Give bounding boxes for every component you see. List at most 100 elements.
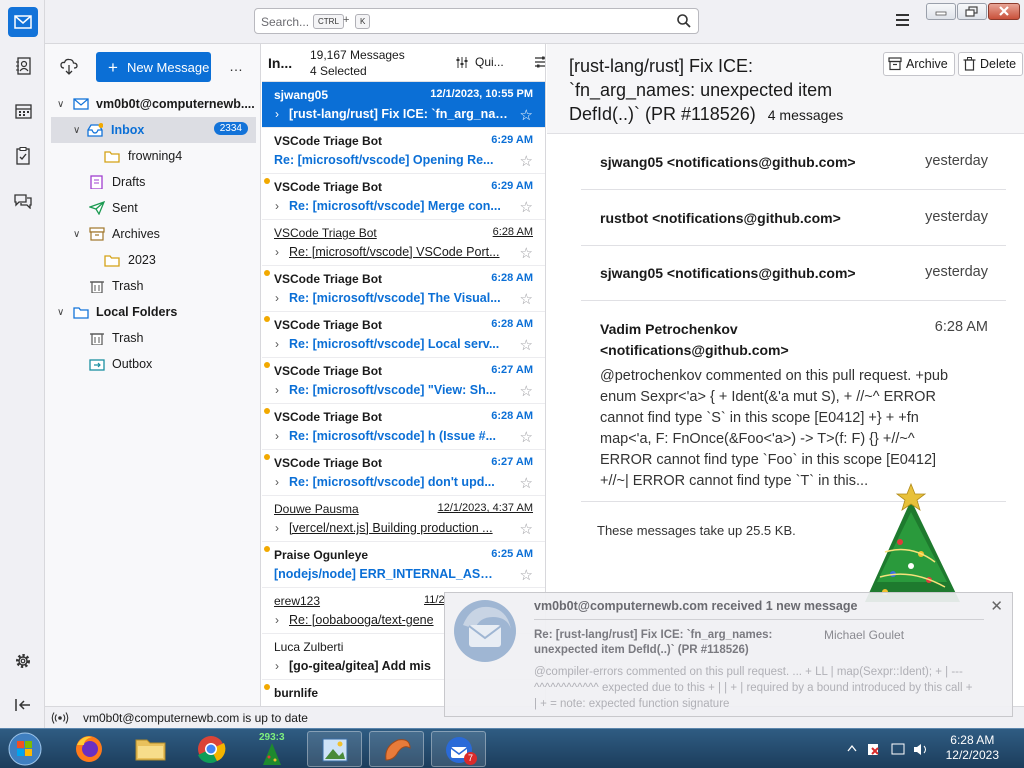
- taskbar-chrome[interactable]: [184, 731, 239, 767]
- local-folders-row[interactable]: ∨ Local Folders: [45, 299, 261, 325]
- folder-inbox[interactable]: ∨ Inbox 2334: [51, 117, 256, 143]
- message-row[interactable]: VSCode Triage Bot 6:28 AM › Re: [microso…: [262, 312, 545, 358]
- folder-trash[interactable]: Trash: [45, 273, 261, 299]
- account-row[interactable]: ∨ vm0b0t@computernewb....: [45, 91, 261, 117]
- message-row[interactable]: VSCode Triage Bot 6:28 AM › Re: [microso…: [262, 266, 545, 312]
- taskbar-app[interactable]: [369, 731, 424, 767]
- folder-2023[interactable]: 2023: [45, 247, 261, 273]
- close-icon[interactable]: ✕: [990, 597, 1003, 615]
- collapse-chevron-icon[interactable]: ∨: [57, 307, 67, 318]
- star-icon[interactable]: ☆: [520, 336, 533, 354]
- message-row[interactable]: VSCode Triage Bot 6:29 AM Re: [microsoft…: [262, 128, 545, 174]
- display-options-icon[interactable]: [534, 55, 546, 69]
- unread-badge: 7: [464, 752, 477, 765]
- message-sender: erew123: [274, 594, 321, 608]
- message-body-preview: @petrochenkov commented on this pull req…: [600, 368, 949, 489]
- folder-local-trash[interactable]: Trash: [45, 325, 261, 351]
- thread-chevron-icon[interactable]: ›: [275, 521, 279, 535]
- folder-pane-more-button[interactable]: …: [229, 58, 244, 74]
- thread-chevron-icon[interactable]: ›: [275, 659, 279, 673]
- conversation-message[interactable]: sjwang05 <notifications@github.com> yest…: [581, 134, 1006, 190]
- star-icon[interactable]: ☆: [520, 244, 533, 262]
- thread-chevron-icon[interactable]: ›: [275, 613, 279, 627]
- message-row[interactable]: Douwe Pausma 12/1/2023, 4:37 AM › [verce…: [262, 496, 545, 542]
- archive-button[interactable]: Archive: [883, 52, 955, 76]
- message-row[interactable]: VSCode Triage Bot 6:27 AM › Re: [microso…: [262, 450, 545, 496]
- new-mail-notification[interactable]: vm0b0t@computernewb.com received 1 new m…: [444, 592, 1013, 717]
- star-icon[interactable]: ☆: [520, 474, 533, 492]
- calendar-button[interactable]: [8, 96, 38, 126]
- folder-label: Trash: [112, 331, 144, 345]
- taskbar-tree-app[interactable]: 293:3: [245, 731, 300, 767]
- thread-chevron-icon[interactable]: ›: [275, 383, 279, 397]
- star-icon[interactable]: ☆: [520, 106, 533, 124]
- folder-outbox[interactable]: Outbox: [45, 351, 261, 377]
- restore-button[interactable]: [957, 3, 987, 20]
- conversation-message-expanded[interactable]: Vadim Petrochenkov <notifications@github…: [581, 301, 1006, 502]
- thread-chevron-icon[interactable]: ›: [275, 245, 279, 259]
- settings-button[interactable]: [8, 646, 38, 676]
- close-button[interactable]: [988, 3, 1020, 20]
- system-tray[interactable]: [846, 741, 936, 757]
- taskbar-firefox[interactable]: [62, 731, 117, 767]
- quick-filter-button[interactable]: Qui...: [475, 55, 504, 69]
- message-row[interactable]: VSCode Triage Bot 6:28 AM › Re: [microso…: [262, 404, 545, 450]
- star-icon[interactable]: ☆: [520, 152, 533, 170]
- thread-chevron-icon[interactable]: ›: [275, 199, 279, 213]
- star-icon[interactable]: ☆: [520, 520, 533, 538]
- start-button[interactable]: [4, 731, 46, 767]
- message-row[interactable]: VSCode Triage Bot 6:28 AM › Re: [microso…: [262, 220, 545, 266]
- chat-button[interactable]: [8, 186, 38, 216]
- collapse-chevron-icon[interactable]: ∨: [57, 99, 67, 110]
- message-row[interactable]: Praise Ogunleye 6:25 AM [nodejs/node] ER…: [262, 542, 545, 588]
- collapse-spaces-button[interactable]: [8, 690, 38, 720]
- message-row[interactable]: VSCode Triage Bot 6:27 AM › Re: [microso…: [262, 358, 545, 404]
- collapse-chevron-icon[interactable]: ∨: [73, 125, 83, 136]
- clock[interactable]: 6:28 AM 12/2/2023: [946, 733, 999, 763]
- message-row[interactable]: VSCode Triage Bot 6:29 AM › Re: [microso…: [262, 174, 545, 220]
- thread-chevron-icon[interactable]: ›: [275, 337, 279, 351]
- folder-drafts[interactable]: Drafts: [45, 169, 261, 195]
- star-icon[interactable]: ☆: [520, 290, 533, 308]
- thread-chevron-icon[interactable]: ›: [275, 107, 279, 121]
- star-icon[interactable]: ☆: [520, 428, 533, 446]
- message-count: 4 messages: [767, 107, 844, 123]
- collapse-chevron-icon[interactable]: ∨: [73, 229, 83, 240]
- star-icon[interactable]: ☆: [520, 566, 533, 584]
- conversation-message[interactable]: sjwang05 <notifications@github.com> yest…: [581, 246, 1006, 301]
- search-bar[interactable]: Search... CTRL + K: [254, 8, 699, 34]
- minimize-button[interactable]: [926, 3, 956, 20]
- folder-label: frowning4: [128, 149, 183, 163]
- mail-space-button[interactable]: [8, 7, 38, 37]
- unread-dot: [264, 316, 270, 322]
- chat-icon: [14, 194, 32, 209]
- new-message-button[interactable]: + New Message: [96, 52, 211, 82]
- search-placeholder[interactable]: Search...: [261, 15, 309, 29]
- message-sender: VSCode Triage Bot: [274, 364, 383, 378]
- tree-counter: 293:3: [259, 732, 285, 743]
- get-messages-icon[interactable]: [60, 58, 78, 76]
- clock-time: 6:28 AM: [950, 733, 995, 747]
- folder-archives[interactable]: ∨ Archives: [45, 221, 261, 247]
- delete-button[interactable]: Delete: [958, 52, 1024, 76]
- drafts-icon: [90, 175, 103, 189]
- taskbar-thunderbird[interactable]: 7: [431, 731, 486, 767]
- address-book-button[interactable]: [8, 51, 38, 81]
- message-row-selected[interactable]: sjwang05 12/1/2023, 10:55 PM › [rust-lan…: [262, 82, 545, 128]
- search-icon[interactable]: [676, 13, 692, 29]
- folder-sent[interactable]: Sent: [45, 195, 261, 221]
- star-icon[interactable]: ☆: [520, 382, 533, 400]
- star-icon[interactable]: ☆: [520, 198, 533, 216]
- taskbar-paint[interactable]: [307, 731, 362, 767]
- thread-chevron-icon[interactable]: ›: [275, 429, 279, 443]
- account-mail-icon: [73, 98, 89, 110]
- activity-icon[interactable]: [51, 711, 69, 725]
- tasks-button[interactable]: [8, 141, 38, 171]
- thread-chevron-icon[interactable]: ›: [275, 475, 279, 489]
- conversation-message[interactable]: rustbot <notifications@github.com> yeste…: [581, 190, 1006, 246]
- app-menu-icon[interactable]: [896, 14, 909, 26]
- folder-frowning4[interactable]: frowning4: [45, 143, 261, 169]
- quick-filter-icon[interactable]: [455, 56, 469, 69]
- thread-chevron-icon[interactable]: ›: [275, 291, 279, 305]
- taskbar-explorer[interactable]: [123, 731, 178, 767]
